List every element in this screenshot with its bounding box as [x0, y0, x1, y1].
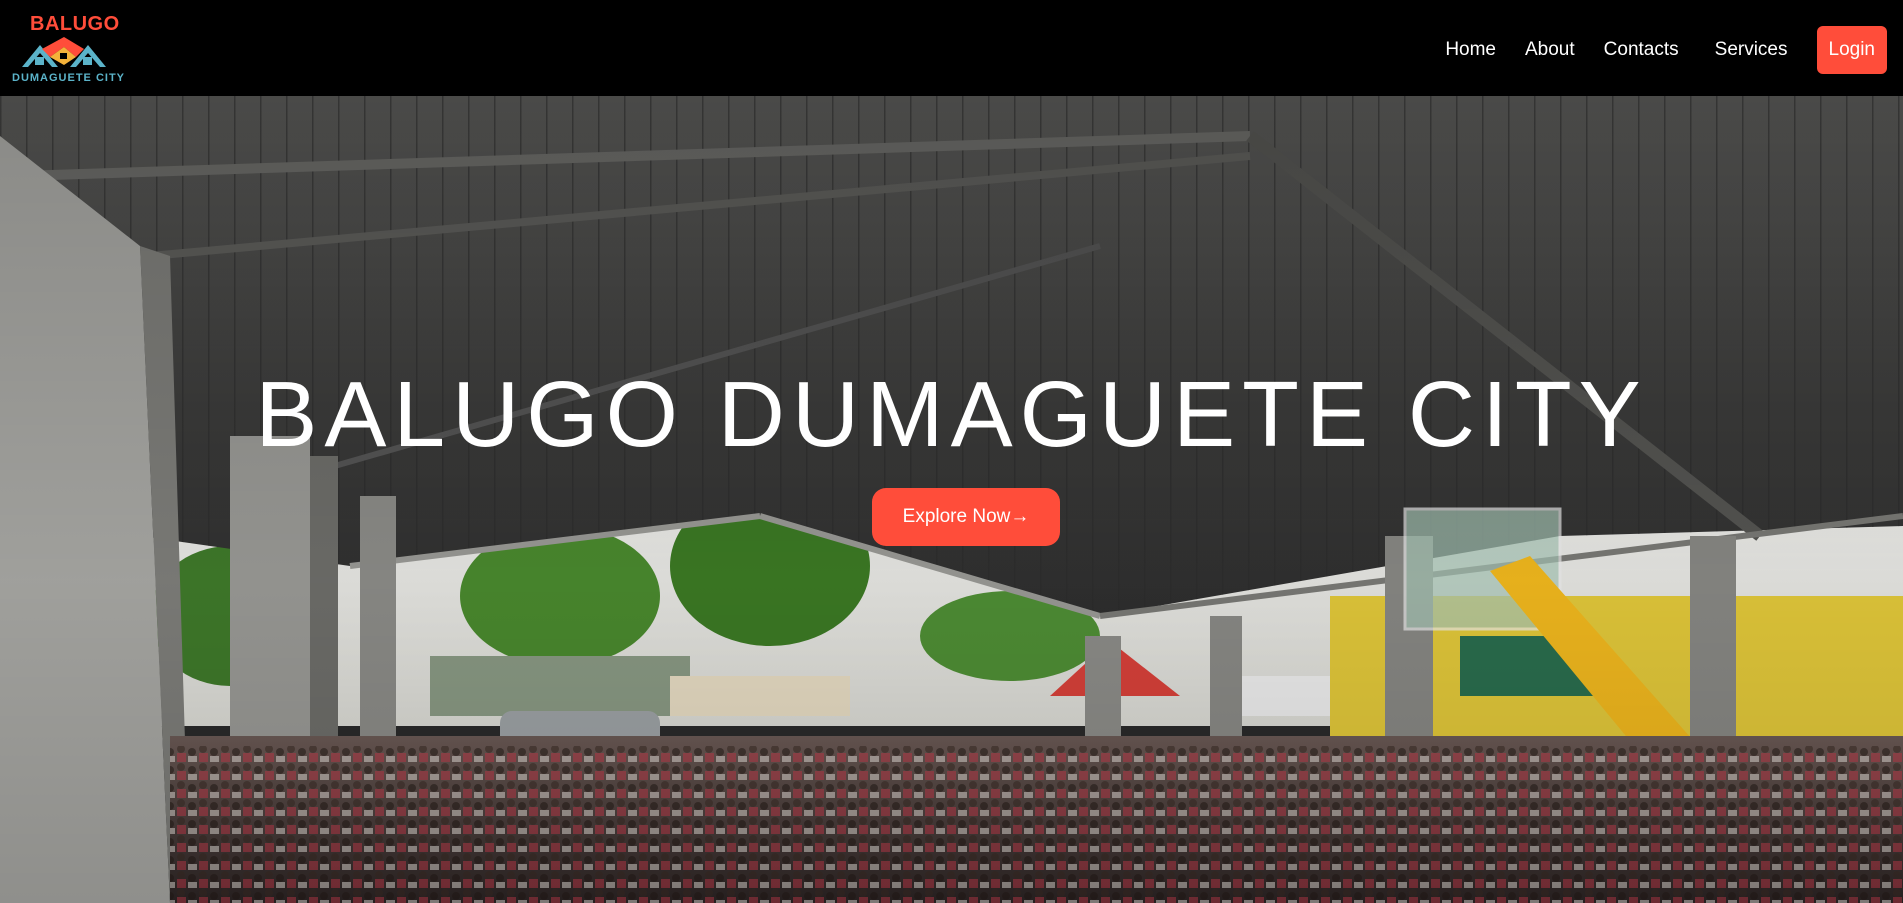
explore-now-button[interactable]: Explore Now→ [872, 488, 1060, 546]
navbar: BALUGO DUMAGUETE CITY Home About Contact… [0, 3, 1903, 96]
nav-link-home[interactable]: Home [1445, 39, 1496, 61]
hero-section: BALUGO DUMAGUETE CITY Explore Now→ [0, 96, 1903, 903]
hero-title: BALUGO DUMAGUETE CITY [255, 362, 1648, 466]
nav-link-about[interactable]: About [1525, 39, 1575, 61]
login-button[interactable]: Login [1816, 25, 1887, 74]
houses-logo-icon [22, 37, 106, 67]
brand-name-bottom: DUMAGUETE CITY [12, 72, 125, 84]
nav-links: Home About Contacts Services Login [1445, 25, 1887, 74]
brand-name-top: BALUGO [30, 13, 120, 35]
nav-link-contacts[interactable]: Contacts [1604, 39, 1679, 61]
nav-link-services[interactable]: Services [1715, 39, 1788, 61]
brand-logo[interactable]: BALUGO DUMAGUETE CITY [10, 3, 140, 96]
